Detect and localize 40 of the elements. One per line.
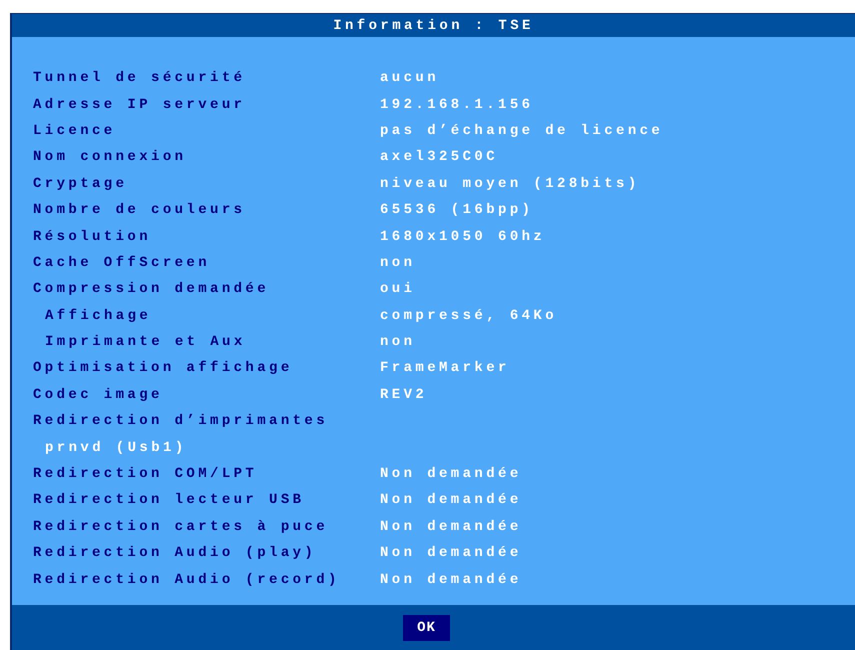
- field-value: niveau moyen (128bits): [380, 176, 640, 192]
- field-value: axel325C0C: [380, 149, 498, 166]
- field-value: 192.168.1.156: [380, 96, 534, 113]
- field-label: Redirection lecteur USB: [33, 492, 306, 508]
- field-value: Non demandée: [380, 518, 522, 535]
- field-value: aucun: [380, 70, 440, 86]
- field-value: non: [380, 254, 416, 271]
- field-label: Optimisation affichage: [33, 360, 294, 376]
- field-label: Résolution: [33, 228, 152, 245]
- field-label: Tunnel de sécurité: [33, 70, 246, 86]
- field-value: Non demandée: [380, 492, 522, 508]
- field-value: Non demandée: [380, 572, 522, 588]
- field-label: Redirection Audio (play): [33, 545, 318, 562]
- field-label: Redirection d’imprimantes: [33, 413, 330, 430]
- field-label: Nom connexion: [33, 149, 188, 166]
- field-label: Redirection COM/LPT: [33, 466, 258, 482]
- field-value: oui: [380, 281, 416, 298]
- field-label: Nombre de couleurs: [33, 202, 246, 218]
- field-label: Compression demandée: [33, 281, 270, 298]
- field-value: non: [380, 334, 416, 350]
- field-label: Cryptage: [33, 176, 128, 192]
- field-value: 65536 (16bpp): [380, 202, 534, 218]
- field-value: compressé, 64Ko: [380, 308, 558, 324]
- field-label: Redirection cartes à puce: [33, 518, 330, 535]
- field-value: Non demandée: [380, 466, 522, 482]
- window-title: Information : TSE: [333, 18, 534, 34]
- field-value: Non demandée: [380, 545, 522, 562]
- printer-entry: prnvd (Usb1): [44, 440, 187, 456]
- field-label: Licence: [33, 122, 117, 139]
- field-value: FrameMarker: [380, 360, 510, 376]
- field-label: Codec image: [33, 386, 164, 403]
- field-value: 1680x1050 60hz: [380, 228, 546, 245]
- field-label: Redirection Audio (record): [33, 572, 341, 588]
- field-label: Imprimante et Aux: [44, 334, 247, 350]
- field-label: Cache OffScreen: [33, 254, 212, 271]
- field-value: REV2: [380, 386, 428, 403]
- field-value: pas d’échange de licence: [380, 122, 664, 139]
- field-label: Adresse IP serveur: [33, 96, 246, 113]
- ok-button[interactable]: OK: [403, 614, 450, 640]
- field-label: Affichage: [44, 308, 152, 324]
